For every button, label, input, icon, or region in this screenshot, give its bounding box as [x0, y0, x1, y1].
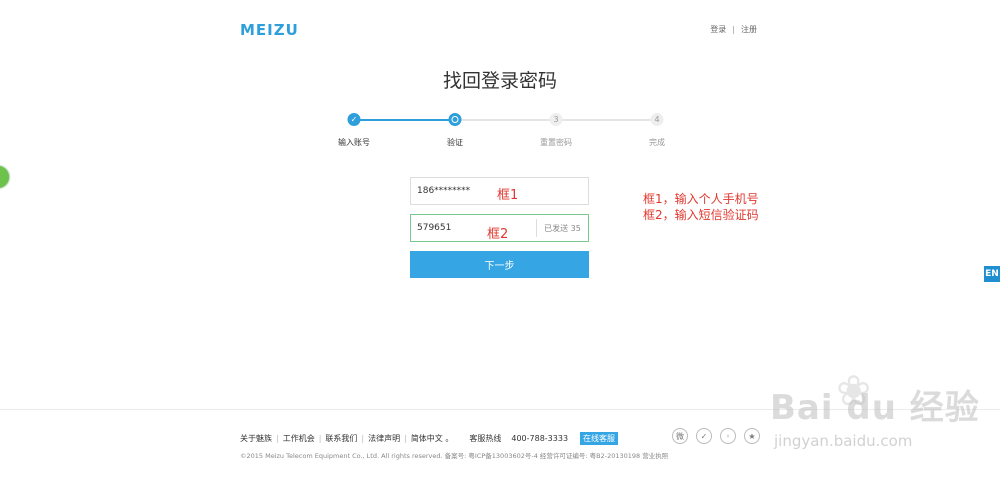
phone-field: 框1 — [410, 177, 589, 205]
page: MEIZU 登录 | 注册 找回登录密码 ✓ 3 4 输入账号 验证 重置密码 … — [0, 0, 1000, 478]
footer-links: 关于魅族 | 工作机会 | 联系我们 | 法律声明 | 简体中文 。 客服热线 … — [240, 432, 619, 445]
instruction-line-1: 框1，输入个人手机号 — [643, 192, 759, 206]
hotline-number: 400-788-3333 — [511, 434, 569, 443]
top-links-separator: | — [732, 25, 735, 34]
meizu-logo[interactable]: MEIZU — [240, 21, 299, 39]
weibo-icon[interactable]: 微 — [672, 428, 688, 444]
instruction-annotation: 框1，输入个人手机号 框2，输入短信验证码 — [643, 191, 759, 223]
footer-separator: | — [276, 434, 279, 443]
footer-link-about[interactable]: 关于魅族 — [240, 433, 272, 444]
footer-link-contact[interactable]: 联系我们 — [325, 433, 357, 444]
baidu-watermark: ❀ Bai du 经验 jingyan.baidu.com — [762, 366, 992, 470]
progress-track-done — [354, 119, 455, 121]
next-button[interactable]: 下一步 — [410, 251, 589, 278]
step-3-dot: 3 — [549, 113, 563, 126]
step-1-label: 输入账号 — [338, 138, 370, 147]
step-2-label: 验证 — [447, 138, 463, 147]
hotline-label: 客服热线 — [469, 434, 502, 443]
qzone-icon[interactable]: ✓ — [696, 428, 712, 444]
copyright-text: ©2015 Meizu Telecom Equipment Co., Ltd. … — [240, 452, 669, 460]
footer-separator: | — [361, 434, 365, 443]
register-link[interactable]: 注册 — [741, 24, 757, 35]
step-4-label: 完成 — [649, 138, 665, 147]
instruction-line-2: 框2，输入短信验证码 — [643, 208, 759, 222]
watermark-url: jingyan.baidu.com — [774, 432, 913, 450]
favorite-star-icon[interactable]: ★ — [744, 428, 760, 444]
language-en-tab[interactable]: EN — [984, 266, 1000, 282]
footer-separator: | — [318, 434, 322, 443]
footer-separator: | — [404, 434, 407, 443]
top-links: 登录 | 注册 — [710, 24, 757, 35]
footer-language-select[interactable]: 简体中文 。 — [411, 433, 454, 444]
footer-divider — [0, 409, 1000, 410]
step-3-label: 重置密码 — [540, 138, 572, 147]
wechat-icon[interactable]: ◦ — [720, 428, 736, 444]
page-title: 找回登录密码 — [442, 70, 557, 92]
step-2-current-dot — [448, 113, 462, 126]
side-float-badge[interactable] — [0, 166, 9, 188]
code-field: 框2 已发送 35 — [410, 214, 589, 242]
footer-link-jobs[interactable]: 工作机会 — [283, 433, 315, 444]
sms-code-input[interactable] — [411, 215, 535, 241]
footer-link-legal[interactable]: 法律声明 — [368, 433, 400, 444]
phone-input[interactable] — [411, 178, 531, 204]
progress-steps: ✓ 3 4 输入账号 验证 重置密码 完成 — [338, 113, 665, 153]
online-service-button[interactable]: 在线客服 — [580, 432, 619, 445]
step-4-dot: 4 — [650, 113, 664, 126]
baidu-paw-icon: ❀ — [836, 366, 872, 415]
resend-code-button[interactable]: 已发送 35 — [536, 219, 588, 237]
verify-form: 框1 框2 已发送 35 下一步 — [410, 177, 589, 278]
social-icons: 微 ✓ ◦ ★ — [672, 428, 760, 444]
watermark-text: Bai du 经验 — [770, 388, 980, 428]
login-link[interactable]: 登录 — [710, 24, 726, 35]
step-1-check-icon: ✓ — [347, 113, 361, 126]
